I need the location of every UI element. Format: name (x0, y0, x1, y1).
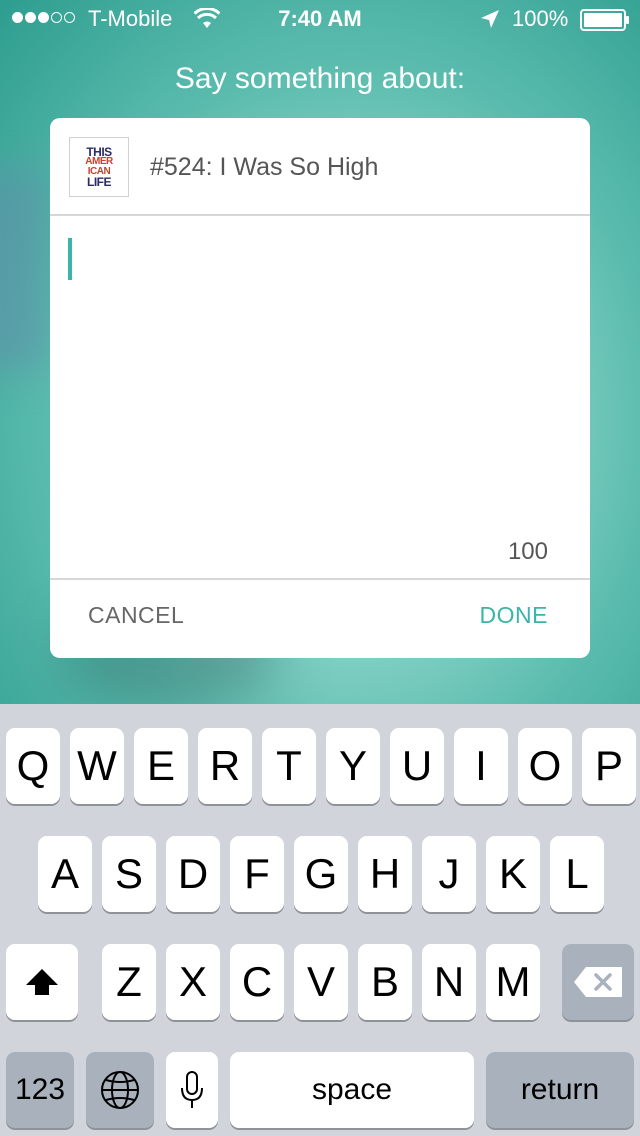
key-s[interactable]: S (102, 836, 156, 912)
battery-icon (580, 9, 629, 31)
podcast-artwork: THIS AMER ICAN LIFE (69, 137, 129, 197)
key-y[interactable]: Y (326, 728, 380, 804)
character-count: 100 (507, 538, 548, 565)
key-b[interactable]: B (358, 944, 412, 1020)
key-v[interactable]: V (294, 944, 348, 1020)
key-q[interactable]: Q (6, 728, 60, 804)
key-f[interactable]: F (230, 836, 284, 912)
comment-textarea[interactable]: 100 (50, 216, 590, 578)
microphone-icon (181, 1071, 203, 1108)
delete-key[interactable] (562, 944, 634, 1020)
status-bar: T-Mobile 7:40 AM 100% (0, 0, 640, 40)
battery-percentage: 100% (512, 6, 569, 31)
key-c[interactable]: C (230, 944, 284, 1020)
cancel-button[interactable]: CANCEL (88, 602, 184, 629)
globe-key[interactable] (86, 1052, 154, 1128)
key-p[interactable]: P (582, 728, 636, 804)
episode-header: THIS AMER ICAN LIFE #524: I Was So High (50, 118, 590, 216)
numbers-key[interactable]: 123 (6, 1052, 74, 1128)
shift-icon (26, 969, 58, 995)
key-e[interactable]: E (134, 728, 188, 804)
text-cursor (68, 238, 72, 280)
key-h[interactable]: H (358, 836, 412, 912)
key-g[interactable]: G (294, 836, 348, 912)
key-a[interactable]: A (38, 836, 92, 912)
key-x[interactable]: X (166, 944, 220, 1020)
key-r[interactable]: R (198, 728, 252, 804)
key-o[interactable]: O (518, 728, 572, 804)
key-m[interactable]: M (486, 944, 540, 1020)
card-footer: CANCEL DONE (50, 578, 590, 658)
key-l[interactable]: L (550, 836, 604, 912)
comment-card: THIS AMER ICAN LIFE #524: I Was So High … (50, 118, 590, 658)
shift-key[interactable] (6, 944, 78, 1020)
key-t[interactable]: T (262, 728, 316, 804)
key-i[interactable]: I (454, 728, 508, 804)
backspace-icon (574, 967, 622, 997)
return-key[interactable]: return (486, 1052, 634, 1128)
globe-icon (101, 1071, 139, 1109)
key-u[interactable]: U (390, 728, 444, 804)
space-key[interactable]: space (230, 1052, 474, 1128)
key-k[interactable]: K (486, 836, 540, 912)
key-z[interactable]: Z (102, 944, 156, 1020)
key-w[interactable]: W (70, 728, 124, 804)
episode-title: #524: I Was So High (150, 153, 379, 181)
prompt-title: Say something about: (174, 62, 466, 95)
microphone-key[interactable] (166, 1052, 218, 1128)
key-j[interactable]: J (422, 836, 476, 912)
done-button[interactable]: DONE (480, 602, 548, 629)
key-n[interactable]: N (422, 944, 476, 1020)
location-arrow-icon (481, 10, 499, 28)
key-d[interactable]: D (166, 836, 220, 912)
keyboard: Q W E R T Y U I O P A S D F G H J K L Z … (0, 704, 640, 1136)
